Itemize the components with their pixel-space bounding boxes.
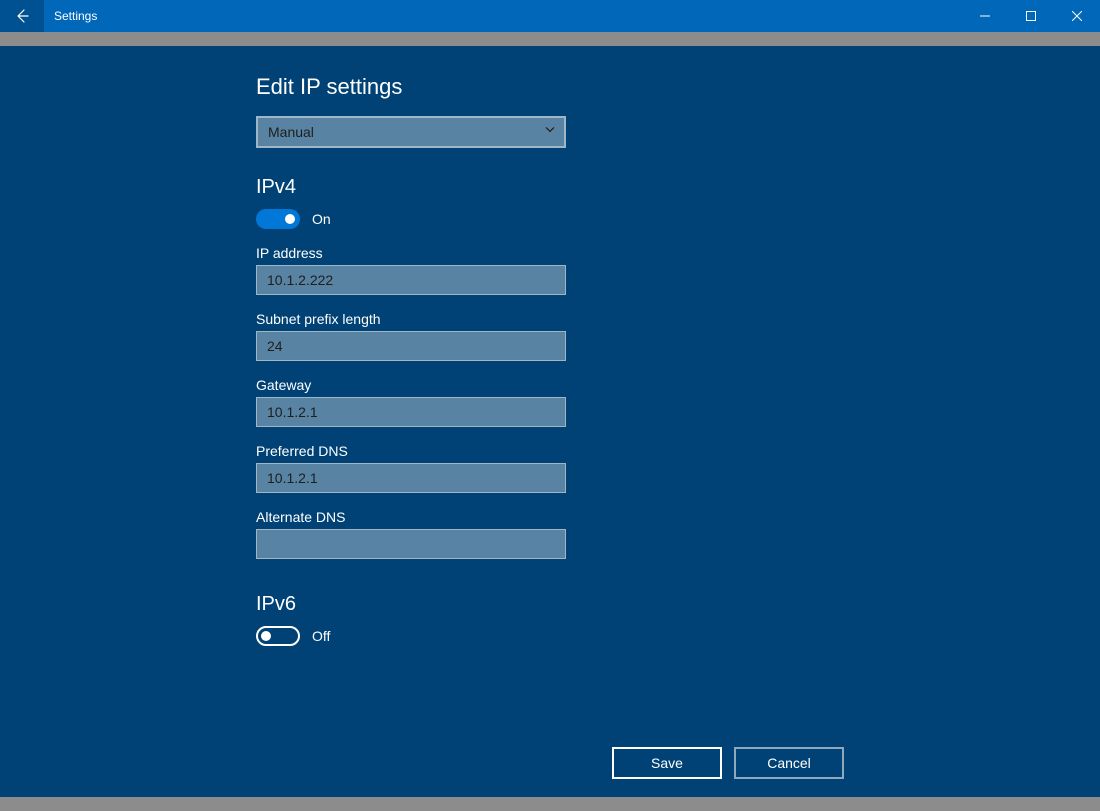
close-icon [1072, 11, 1082, 21]
maximize-button[interactable] [1008, 0, 1054, 32]
ip-settings-form: Edit IP settings Manual IPv4 On IP addre… [256, 74, 856, 646]
titlebar: Settings [0, 0, 1100, 32]
separator-top [0, 32, 1100, 46]
minimize-icon [980, 11, 990, 21]
ipv6-toggle-label: Off [312, 628, 330, 644]
gateway-label: Gateway [256, 377, 856, 393]
chevron-down-icon [544, 122, 556, 138]
ipv4-toggle-label: On [312, 211, 331, 227]
save-button[interactable]: Save [612, 747, 722, 779]
gateway-field[interactable] [256, 397, 566, 427]
cancel-button[interactable]: Cancel [734, 747, 844, 779]
ip-address-field[interactable] [256, 265, 566, 295]
ip-address-label: IP address [256, 245, 856, 261]
window-title: Settings [44, 0, 962, 32]
ipv6-heading: IPv6 [256, 593, 856, 616]
alternate-dns-label: Alternate DNS [256, 509, 856, 525]
preferred-dns-label: Preferred DNS [256, 443, 856, 459]
page-heading: Edit IP settings [256, 74, 856, 100]
arrow-left-icon [14, 8, 30, 24]
ipv6-toggle[interactable] [256, 626, 300, 646]
preferred-dns-field[interactable] [256, 463, 566, 493]
back-button[interactable] [0, 0, 44, 32]
window-controls [962, 0, 1100, 32]
separator-bottom [0, 797, 1100, 811]
ip-mode-dropdown[interactable]: Manual [256, 116, 566, 148]
subnet-prefix-label: Subnet prefix length [256, 311, 856, 327]
alternate-dns-field[interactable] [256, 529, 566, 559]
ipv4-toggle[interactable] [256, 209, 300, 229]
subnet-prefix-field[interactable] [256, 331, 566, 361]
maximize-icon [1026, 11, 1036, 21]
close-button[interactable] [1054, 0, 1100, 32]
action-buttons: Save Cancel [612, 747, 844, 779]
content-area: Edit IP settings Manual IPv4 On IP addre… [0, 46, 1100, 797]
dropdown-selected-value: Manual [268, 124, 314, 140]
ipv4-heading: IPv4 [256, 176, 856, 199]
minimize-button[interactable] [962, 0, 1008, 32]
